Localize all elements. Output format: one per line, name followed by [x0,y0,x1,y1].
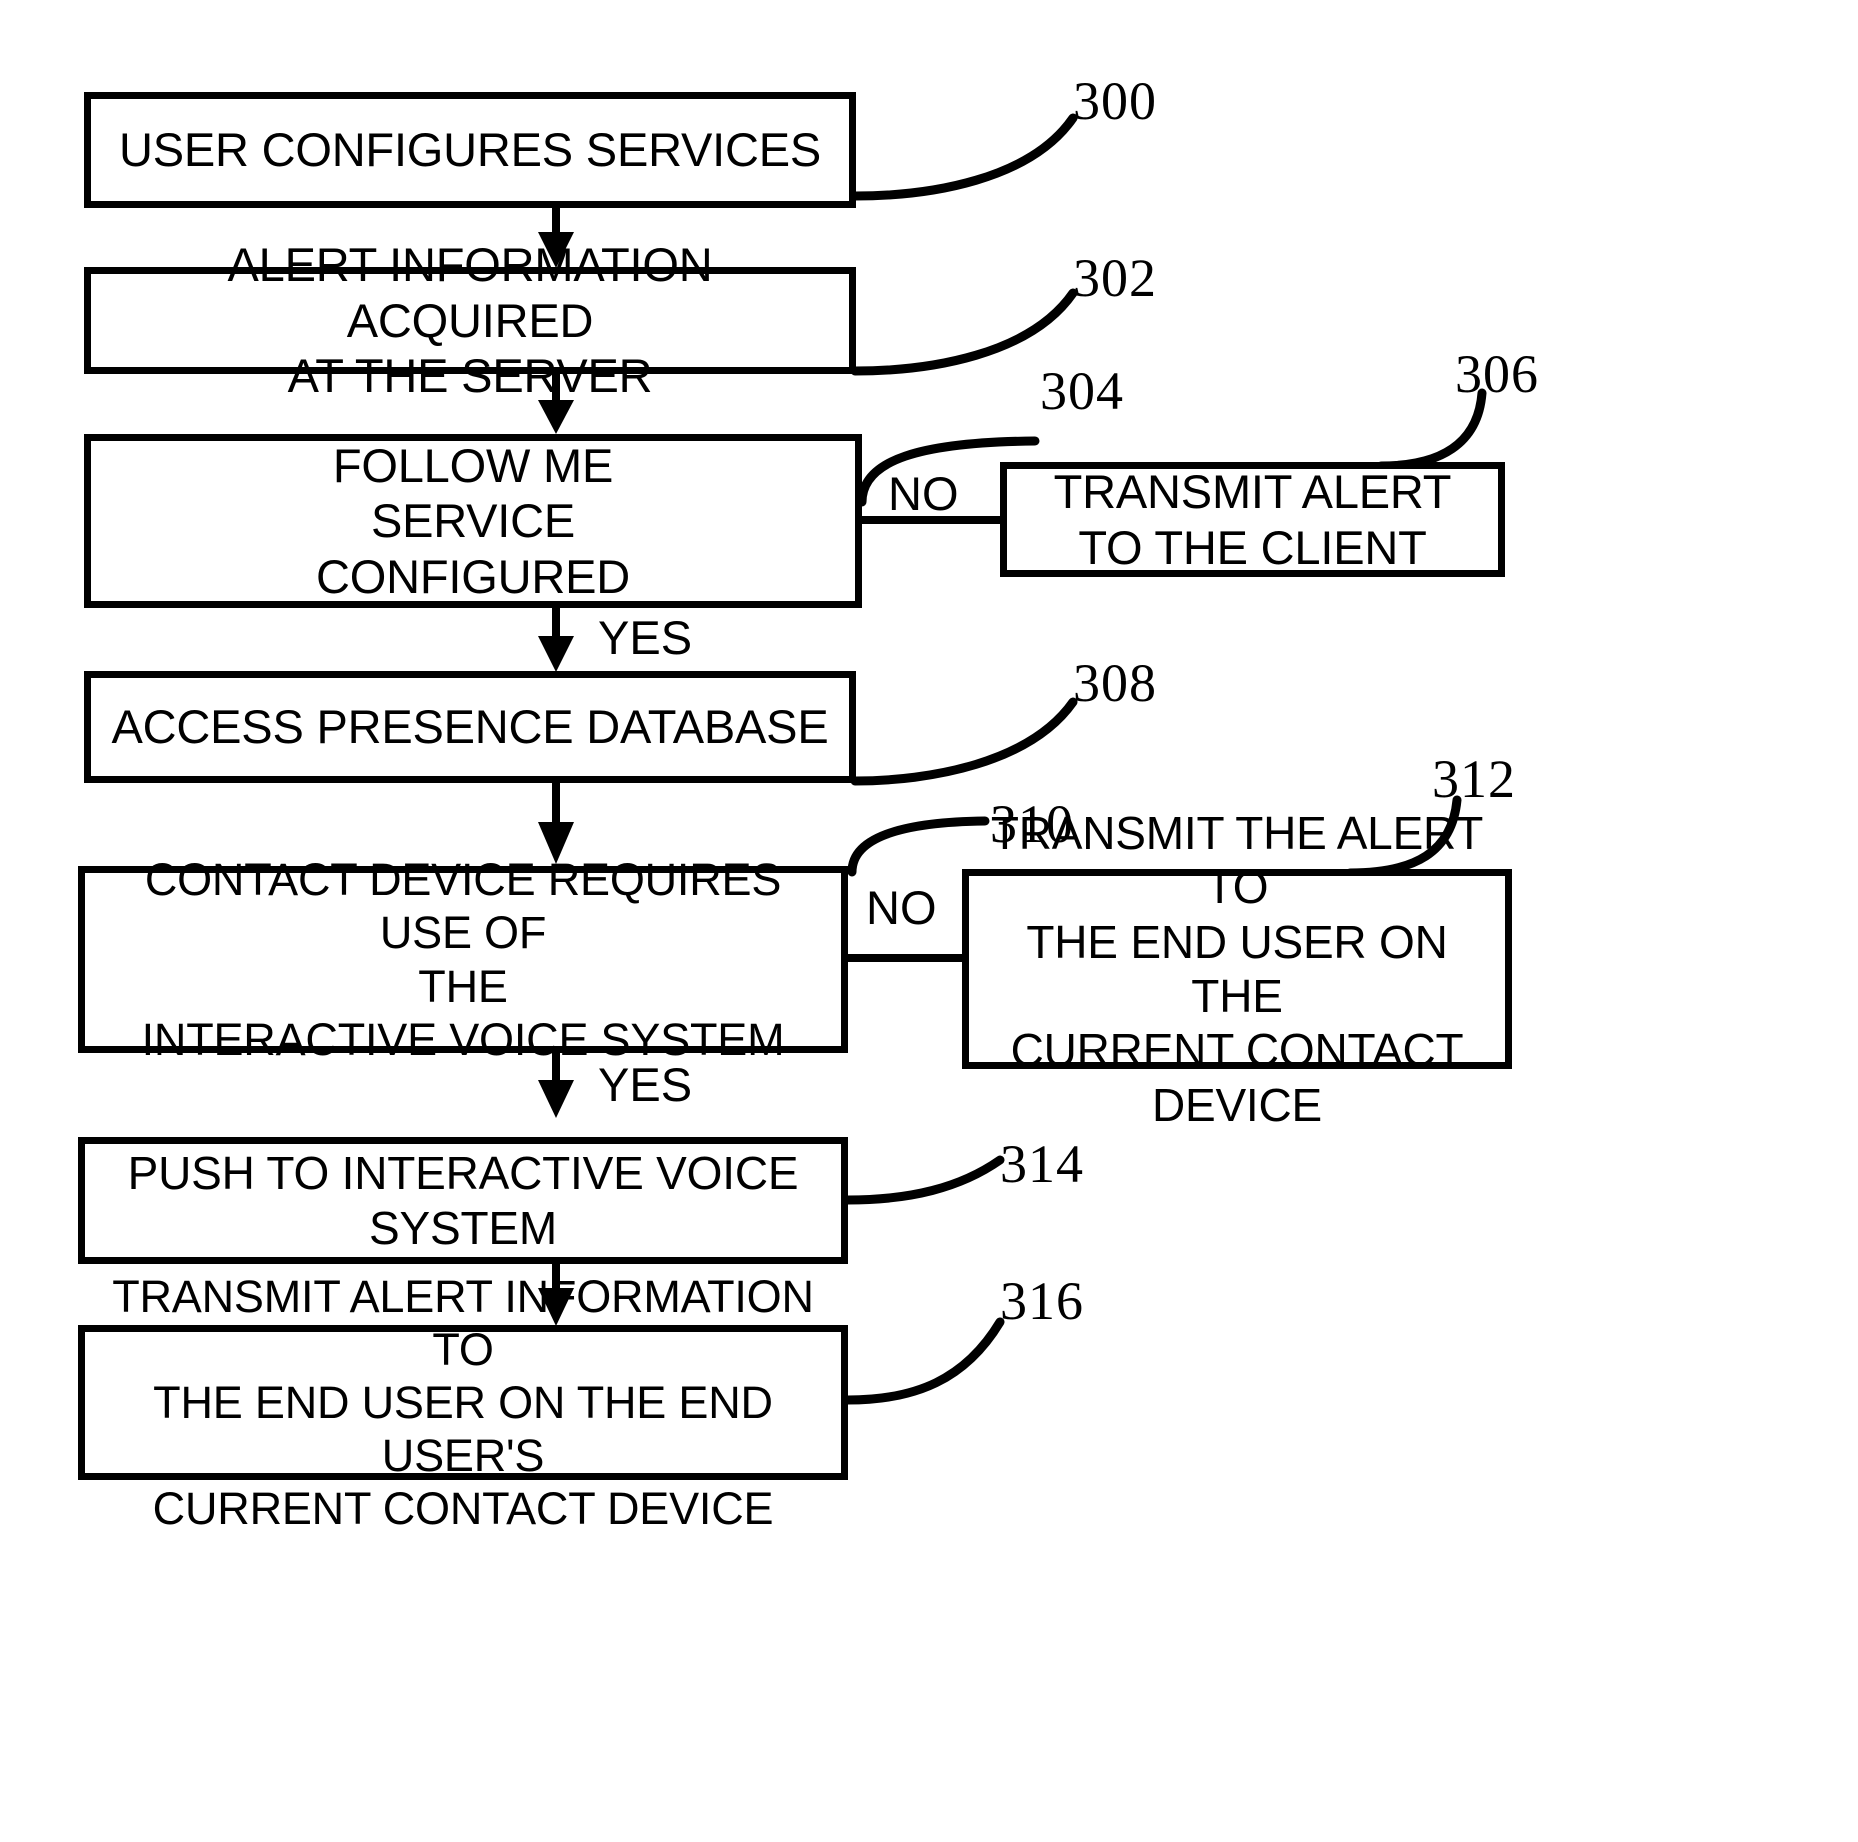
flow-node-300[interactable]: USER CONFIGURES SERVICES [84,92,856,208]
flow-node-308-label: ACCESS PRESENCE DATABASE [111,700,829,754]
flow-node-314-label: PUSH TO INTERACTIVE VOICE SYSTEM [127,1147,799,1254]
ref-number-314: 314 [1000,1134,1084,1194]
flow-node-302-label: ALERT INFORMATION ACQUIRED AT THE SERVER [227,238,713,403]
flow-node-308[interactable]: ACCESS PRESENCE DATABASE [84,671,856,783]
flow-node-316-label: TRANSMIT ALERT INFORMATION TO THE END US… [112,1270,814,1535]
branch-label-yes-310: YES [598,1058,693,1111]
flow-node-312-label: TRANSMIT THE ALERT TO THE END USER ON TH… [990,807,1484,1131]
branch-label-no-310: NO [866,881,937,934]
flow-node-306[interactable]: TRANSMIT ALERT TO THE CLIENT [1000,462,1505,577]
flow-node-304[interactable]: FOLLOW ME SERVICE CONFIGURED [84,434,862,608]
ref-number-310: 310 [990,794,1074,854]
ref-number-308: 308 [1073,653,1157,713]
branch-label-yes-304: YES [598,611,693,664]
leader-line-316 [843,1317,1005,1405]
ref-number-306: 306 [1455,344,1539,404]
flow-node-310-label: CONTACT DEVICE REQUIRES USE OF THE INTER… [141,854,785,1065]
leader-line-300 [850,113,1078,201]
flow-node-300-label: USER CONFIGURES SERVICES [118,123,822,177]
edge-304-308-yes [538,606,574,672]
flow-node-304-label: FOLLOW ME SERVICE CONFIGURED [316,438,630,603]
flow-node-312[interactable]: TRANSMIT THE ALERT TO THE END USER ON TH… [962,807,1512,1131]
flow-node-302[interactable]: ALERT INFORMATION ACQUIRED AT THE SERVER [84,238,856,402]
ref-number-312: 312 [1432,749,1516,809]
flow-node-314[interactable]: PUSH TO INTERACTIVE VOICE SYSTEM [78,1137,848,1264]
flow-node-306-label: TRANSMIT ALERT TO THE CLIENT [1053,465,1452,574]
branch-label-no-304: NO [888,467,959,520]
leader-line-310 [847,816,990,877]
leader-line-314 [843,1155,1005,1205]
ref-number-302: 302 [1073,248,1157,308]
edge-308-310 [538,783,574,864]
ref-number-316: 316 [1000,1271,1084,1331]
leader-line-308 [850,697,1078,786]
ref-number-304: 304 [1040,361,1124,421]
ref-number-300: 300 [1073,71,1157,131]
flow-node-316[interactable]: TRANSMIT ALERT INFORMATION TO THE END US… [78,1271,848,1534]
flowchart-page: USER CONFIGURES SERVICES ALERT INFORMATI… [0,0,1858,1842]
flow-node-310[interactable]: CONTACT DEVICE REQUIRES USE OF THE INTER… [78,854,848,1065]
